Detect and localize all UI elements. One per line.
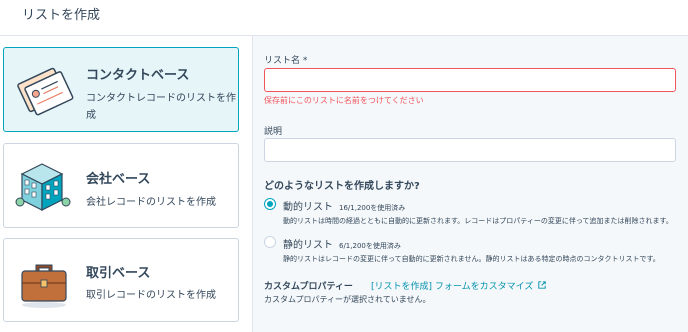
deal-based-card[interactable]: 取引ベース 取引レコードのリストを作成	[3, 238, 239, 322]
customize-form-link-label: [リストを作成] フォームをカスタマイズ	[371, 282, 534, 292]
customize-form-link[interactable]: [リストを作成] フォームをカスタマイズ	[371, 279, 546, 292]
description-label: 説明	[264, 127, 283, 137]
list-type-question: どのようなリストを作成しますか?	[264, 181, 420, 192]
dynamic-list-description: 動的リストは時間の経過とともに自動的に更新されます。レコードはプロパティーの変更…	[283, 217, 673, 225]
list-form: リスト名 * 保存前にこのリストに名前をつけてください 説明 どのようなリストを…	[253, 36, 688, 332]
external-link-icon	[538, 281, 546, 289]
dynamic-list-radio[interactable]	[264, 198, 276, 210]
static-list-description: 静的リストはレコードの変更に伴って自動的に更新されません。静的リストはある特定の…	[283, 255, 660, 263]
company-card-description: 会社レコードのリストを作成	[86, 197, 216, 208]
object-type-panel: コンタクトベース コンタクトレコードのリストを作成 会社ベース 会社レコードのリ…	[0, 36, 253, 332]
company-card-title: 会社ベース	[86, 172, 151, 187]
dynamic-list-label[interactable]: 動的リスト 16/1,200を使用済み	[283, 198, 405, 213]
deal-card-title: 取引ベース	[86, 266, 151, 281]
contact-card-description: コンタクトレコードのリストを作成	[86, 93, 236, 121]
deal-briefcase-illustration	[14, 251, 74, 311]
company-building-illustration	[14, 156, 74, 216]
static-list-title: 静的リスト	[283, 240, 333, 251]
deal-card-description: 取引レコードのリストを作成	[86, 290, 216, 301]
list-name-input[interactable]	[264, 68, 676, 92]
company-based-card[interactable]: 会社ベース 会社レコードのリストを作成	[3, 143, 239, 228]
static-list-label[interactable]: 静的リスト 6/1,200を使用済み	[283, 236, 401, 251]
dynamic-list-usage: 16/1,200を使用済み	[339, 204, 406, 212]
static-list-usage: 6/1,200を使用済み	[339, 242, 401, 250]
custom-properties-status: カスタムプロパティーが選択されていません。	[264, 295, 431, 304]
dynamic-list-title: 動的リスト	[283, 202, 333, 213]
static-list-radio[interactable]	[264, 236, 276, 248]
contact-cards-illustration	[14, 60, 74, 120]
list-name-label: リスト名 *	[264, 56, 308, 66]
contact-card-title: コンタクトベース	[86, 68, 190, 83]
description-input[interactable]	[264, 138, 676, 162]
page-header: リストを作成	[0, 0, 688, 36]
contact-based-card[interactable]: コンタクトベース コンタクトレコードのリストを作成	[3, 47, 239, 132]
list-name-error: 保存前にこのリストに名前をつけてください	[264, 96, 424, 105]
page-title: リストを作成	[22, 8, 101, 23]
custom-properties-title: カスタムプロパティー	[264, 282, 353, 292]
